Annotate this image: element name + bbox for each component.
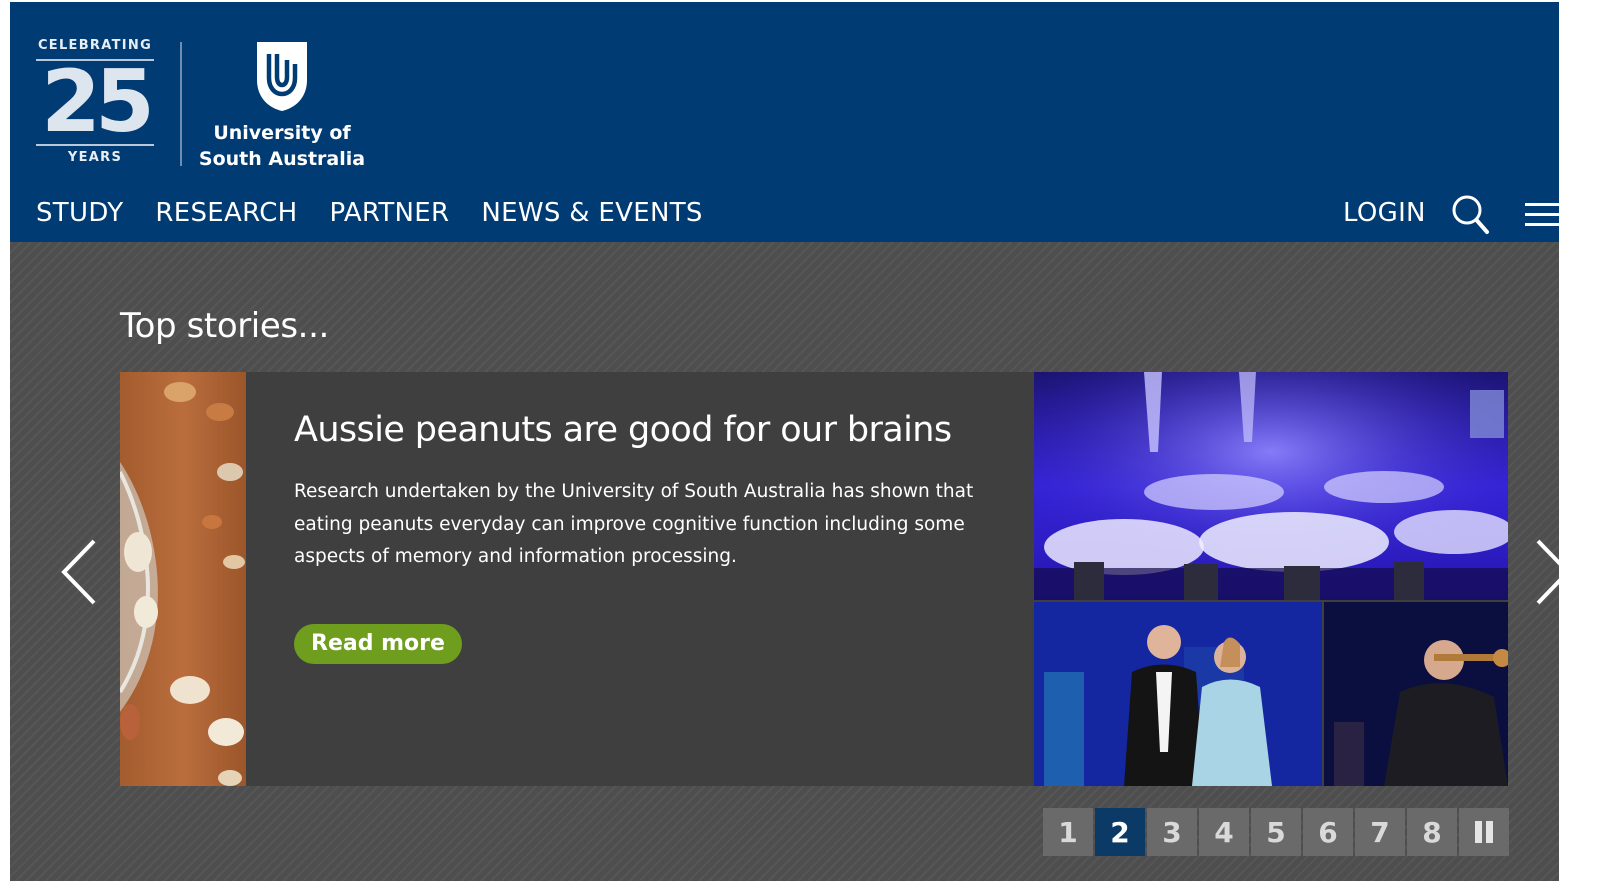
page: CELEBRATING 25 YEARS University of South… [10,2,1559,881]
logo-divider [180,42,182,166]
university-shield-icon [257,42,307,111]
pause-button[interactable] [1459,808,1509,856]
pause-icon [1486,821,1493,843]
university-name-line1: University of [213,122,351,144]
site-header: CELEBRATING 25 YEARS University of South… [10,2,1559,242]
main-nav: STUDY RESEARCH PARTNER NEWS & EVENTS [36,198,735,228]
pause-icon [1475,821,1482,843]
pager-button-2[interactable]: 2 [1095,808,1145,856]
pager-button-3[interactable]: 3 [1147,808,1197,856]
search-icon[interactable] [1451,194,1491,236]
read-more-button[interactable]: Read more [294,624,462,664]
nav-item-research[interactable]: RESEARCH [155,198,297,228]
anniversary-bottom-text: YEARS [67,150,123,165]
top-stories-section: Top stories... Aussie peanuts are good f… [10,242,1559,881]
pager-button-4[interactable]: 4 [1199,808,1249,856]
story-title[interactable]: Aussie peanuts are good for our brains [294,410,1024,450]
chevron-right-icon[interactable] [1532,537,1559,607]
anniversary-rule [36,144,154,146]
gala-event-photo [1034,372,1508,786]
nav-item-study[interactable]: STUDY [36,198,123,228]
story-slide: Aussie peanuts are good for our brains R… [120,372,1508,786]
chevron-left-icon[interactable] [60,537,100,607]
pager-button-5[interactable]: 5 [1251,808,1301,856]
pager-button-6[interactable]: 6 [1303,808,1353,856]
peanut-photo [120,372,246,786]
utility-nav: LOGIN [1299,192,1559,236]
nav-item-news-events[interactable]: NEWS & EVENTS [481,198,702,228]
pager-button-8[interactable]: 8 [1407,808,1457,856]
pager-button-7[interactable]: 7 [1355,808,1405,856]
anniversary-top-text: CELEBRATING [37,38,153,53]
anniversary-number: 25 [41,52,155,152]
university-name: University of South Australia [198,120,366,172]
pager-button-1[interactable]: 1 [1043,808,1093,856]
login-link[interactable]: LOGIN [1343,198,1426,228]
carousel-pager: 1 2 3 4 5 6 7 8 [1043,808,1511,856]
university-name-line2: South Australia [198,148,366,170]
hamburger-menu-icon[interactable] [1525,202,1559,228]
story-summary: Research undertaken by the University of… [294,481,974,567]
nav-item-partner[interactable]: PARTNER [330,198,450,228]
section-title: Top stories... [120,306,329,346]
university-logo[interactable]: University of South Australia [198,40,370,172]
anniversary-logo[interactable]: CELEBRATING 25 YEARS [34,38,156,170]
